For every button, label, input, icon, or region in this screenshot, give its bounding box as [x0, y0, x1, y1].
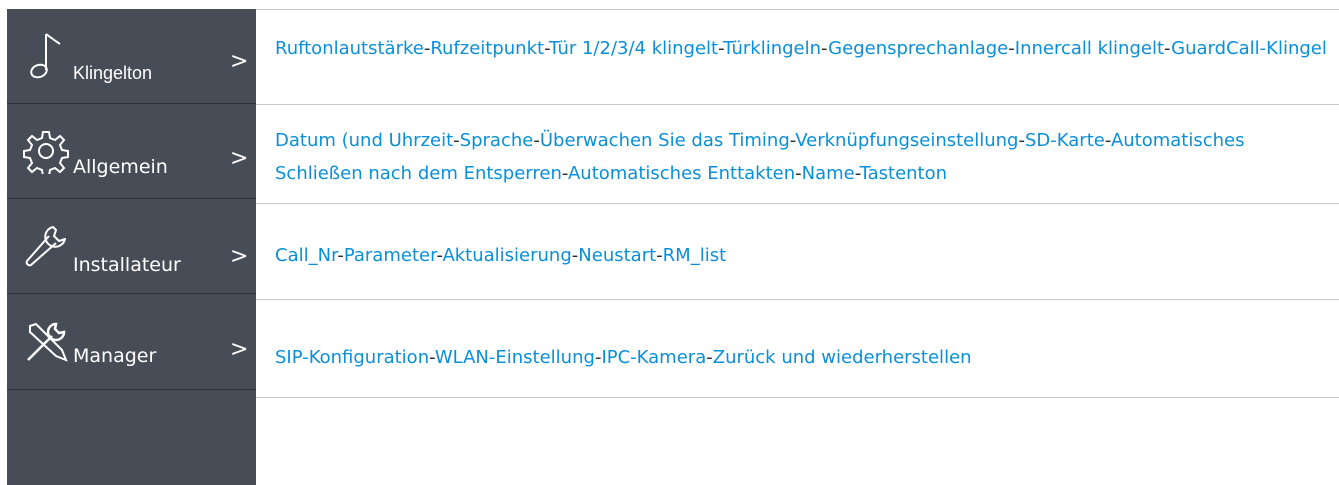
settings-link[interactable]: Call_Nr — [275, 245, 337, 266]
settings-link[interactable]: Ruftonlautstärke — [275, 38, 424, 59]
sidebar-item-manager[interactable]: Manager > — [7, 295, 256, 390]
settings-link[interactable]: Überwachen Sie das Timing — [540, 130, 790, 151]
sidebar-item-label: Klingelton — [73, 63, 153, 83]
sidebar-item-label: Installateur — [73, 254, 181, 276]
settings-link[interactable]: Zurück und wiederherstellen — [713, 347, 972, 368]
tools-icon — [18, 314, 74, 370]
settings-link[interactable]: Rufzeitpunkt — [430, 38, 544, 59]
settings-link[interactable]: IPC-Kamera — [601, 347, 706, 368]
settings-link[interactable]: Neustart — [578, 245, 656, 266]
settings-link[interactable]: Name — [802, 163, 855, 184]
settings-link[interactable]: Datum (und Uhrzeit — [275, 130, 453, 151]
settings-link[interactable]: SD-Karte — [1025, 130, 1105, 151]
section-klingelton-links: Ruftonlautstärke-Rufzeitpunkt-Tür 1/2/3/… — [275, 36, 1335, 61]
chevron-right-icon: > — [230, 337, 249, 362]
sidebar-item-label: Allgemein — [73, 156, 168, 178]
settings-link[interactable]: GuardCall-Klingel — [1171, 38, 1327, 59]
section-allgemein-links: Datum (und Uhrzeit-Sprache-Überwachen Si… — [275, 124, 1335, 190]
settings-link[interactable]: Gegensprechanlage — [828, 38, 1008, 59]
settings-link[interactable]: RM_list — [663, 245, 726, 266]
sidebar: Klingelton > Allgemein > Installateur > — [7, 9, 256, 485]
settings-link[interactable]: Tür 1/2/3/4 klingelt — [549, 38, 718, 59]
chevron-right-icon: > — [230, 244, 249, 269]
settings-link[interactable]: WLAN-Einstellung — [435, 347, 595, 368]
settings-link[interactable]: Aktualisierung — [442, 245, 571, 266]
sidebar-item-label: Manager — [73, 345, 157, 367]
settings-link[interactable]: Tastenton — [860, 163, 947, 184]
chevron-right-icon: > — [230, 49, 249, 74]
wrench-icon — [18, 218, 74, 274]
divider — [256, 203, 1339, 204]
section-manager-links: SIP-Konfiguration-WLAN-Einstellung-IPC-K… — [275, 345, 1335, 370]
sidebar-item-installateur[interactable]: Installateur > — [7, 199, 256, 294]
settings-link[interactable]: Automatisches Enttakten — [568, 163, 795, 184]
gear-icon — [18, 123, 74, 179]
sidebar-item-allgemein[interactable]: Allgemein > — [7, 104, 256, 199]
music-note-icon — [18, 28, 74, 84]
chevron-right-icon: > — [230, 146, 249, 171]
divider — [256, 104, 1339, 105]
settings-link[interactable]: Parameter — [344, 245, 437, 266]
settings-link[interactable]: Innercall klingelt — [1015, 38, 1164, 59]
settings-link[interactable]: Türklingeln — [723, 38, 821, 59]
settings-link[interactable]: Sprache — [460, 130, 534, 151]
divider — [256, 397, 1339, 398]
section-installateur-links: Call_Nr-Parameter-Aktualisierung-Neustar… — [275, 243, 1335, 268]
sidebar-item-klingelton[interactable]: Klingelton > — [7, 9, 256, 104]
divider — [256, 299, 1339, 300]
settings-link[interactable]: SIP-Konfiguration — [275, 347, 429, 368]
settings-link[interactable]: Verknüpfungseinstellung — [795, 130, 1018, 151]
divider — [256, 9, 1339, 10]
